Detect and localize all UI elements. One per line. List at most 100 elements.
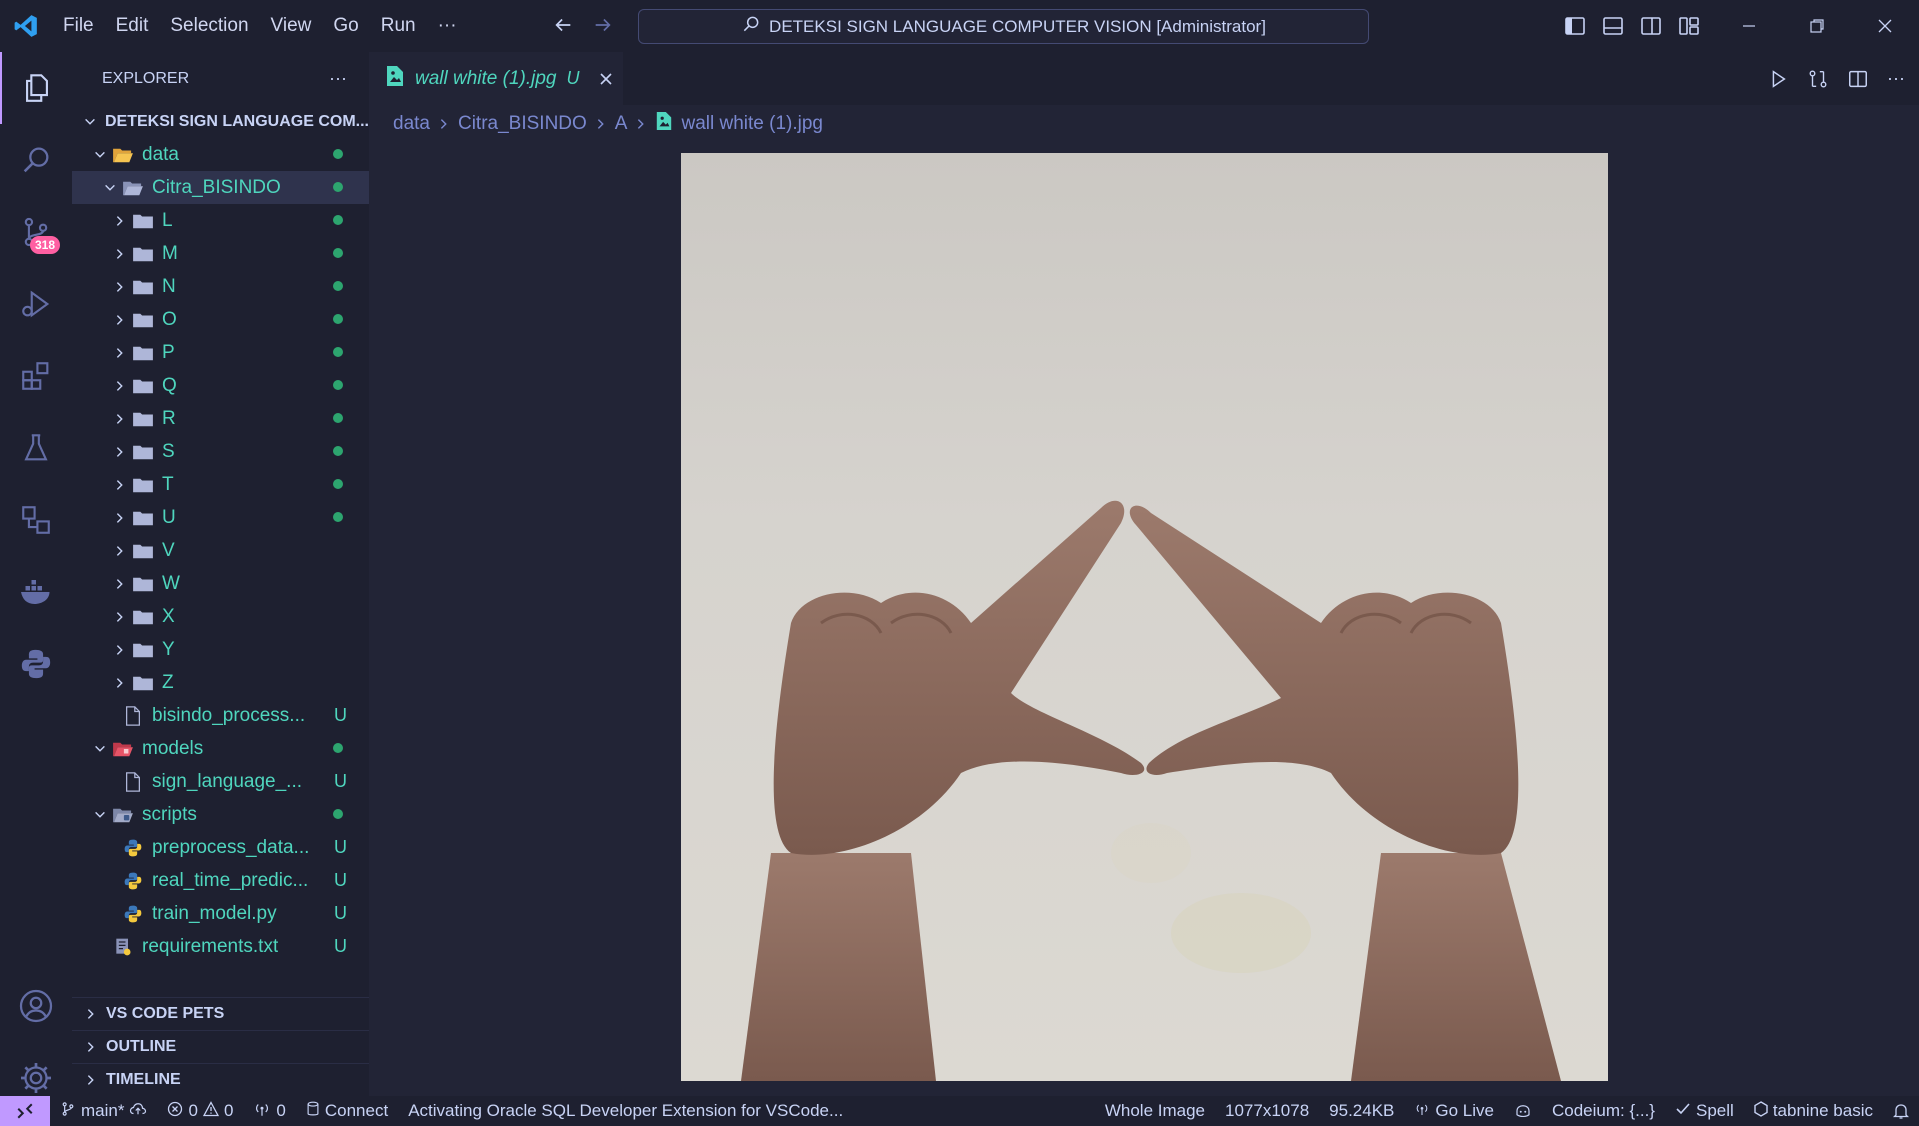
tree-file-bisindo-process[interactable]: bisindo_process... U [72,699,369,732]
remote-indicator-icon[interactable] [0,1096,50,1126]
tree-folder-citra-bisindo[interactable]: Citra_BISINDO [72,171,369,204]
folder-icon [130,344,156,362]
run-icon[interactable] [1767,68,1789,95]
tree-file-sign-language[interactable]: sign_language_... U [72,765,369,798]
ports-indicator[interactable]: 0 [243,1101,295,1122]
python-file-icon [120,838,146,858]
command-center[interactable]: DETEKSI SIGN LANGUAGE COMPUTER VISION [A… [638,9,1369,44]
tree-folder-y[interactable]: Y [72,633,369,666]
sidebar-collapsed-sections: VS CODE PETS OUTLINE TIMELINE [72,997,369,1096]
chevron-right-icon [635,117,647,131]
tree-folder-p[interactable]: P [72,336,369,369]
tree-folder-m[interactable]: M [72,237,369,270]
tab-wall-white-jpg[interactable]: wall white (1).jpg U [369,52,623,105]
close-tab-icon[interactable] [598,71,614,87]
tree-folder-s[interactable]: S [72,435,369,468]
explorer-title: EXPLORER [102,69,190,87]
notifications-bell-icon[interactable] [1883,1102,1919,1120]
tabnine-status[interactable]: tabnine basic [1744,1100,1883,1122]
menu-view[interactable]: View [260,0,323,52]
git-branch[interactable]: main* [50,1101,157,1122]
tree-file-preprocess-data[interactable]: preprocess_data... U [72,831,369,864]
breadcrumb-file[interactable]: wall white (1).jpg [681,113,823,135]
editor-actions: ··· [1767,68,1905,95]
split-editor-icon[interactable] [1847,68,1869,95]
problems-indicator[interactable]: 0 0 [157,1100,243,1122]
customize-layout-icon[interactable] [1677,14,1701,43]
status-bar-right: Whole Image 1077x1078 95.24KB Go Live Co… [1095,1096,1919,1126]
image-file-icon [385,65,405,92]
menu-more[interactable]: ··· [427,0,468,52]
accounts-icon[interactable] [0,970,72,1042]
folder-icon [130,278,156,296]
section-timeline[interactable]: TIMELINE [72,1063,369,1096]
forward-arrow-icon[interactable] [592,14,614,41]
menu-selection[interactable]: Selection [159,0,259,52]
workspace-root[interactable]: DETEKSI SIGN LANGUAGE COM... [72,105,369,138]
tree-folder-q[interactable]: Q [72,369,369,402]
toggle-secondary-sidebar-icon[interactable] [1639,14,1663,43]
menu-edit[interactable]: Edit [105,0,160,52]
remote-explorer-icon[interactable] [0,484,72,556]
tree-folder-n[interactable]: N [72,270,369,303]
breadcrumb-a[interactable]: A [615,113,628,135]
tree-folder-o[interactable]: O [72,303,369,336]
restore-icon[interactable] [1783,0,1851,52]
chevron-down-icon [90,148,110,162]
git-status-dot [333,347,343,357]
minimize-icon[interactable] [1715,0,1783,52]
tree-folder-l[interactable]: L [72,204,369,237]
docker-icon[interactable] [0,556,72,628]
image-zoom[interactable]: Whole Image [1095,1101,1215,1121]
tree-folder-w[interactable]: W [72,567,369,600]
tree-folder-models[interactable]: models [72,732,369,765]
explorer-more-actions[interactable]: ··· [329,68,347,89]
layout-controls [1563,14,1701,43]
tree-folder-data[interactable]: data [72,138,369,171]
close-window-icon[interactable] [1851,0,1919,52]
search-view-icon[interactable] [0,124,72,196]
section-outline[interactable]: OUTLINE [72,1030,369,1063]
chevron-right-icon [110,610,130,624]
breadcrumb-citra-bisindo[interactable]: Citra_BISINDO [458,113,587,135]
folder-icon [130,377,156,395]
tree-file-real-time-predict[interactable]: real_time_predic... U [72,864,369,897]
toggle-panel-icon[interactable] [1601,14,1625,43]
back-arrow-icon[interactable] [552,14,574,41]
run-debug-icon[interactable] [0,268,72,340]
git-status-dot [333,743,343,753]
explorer-icon[interactable] [0,52,72,124]
go-live-button[interactable]: Go Live [1404,1101,1504,1122]
activity-bar: 318 [0,52,72,1096]
python-icon[interactable] [0,628,72,700]
menu-run[interactable]: Run [370,0,427,52]
tree-folder-scripts[interactable]: scripts [72,798,369,831]
extensions-icon[interactable] [0,340,72,412]
tree-folder-x[interactable]: X [72,600,369,633]
toggle-primary-sidebar-icon[interactable] [1563,14,1587,43]
tree-folder-r[interactable]: R [72,402,369,435]
codeium-status[interactable]: Codeium: {...} [1542,1101,1665,1121]
editor-more-icon[interactable]: ··· [1887,68,1905,95]
tree-folder-z[interactable]: Z [72,666,369,699]
breadcrumb-data[interactable]: data [393,113,430,135]
tree-file-requirements[interactable]: requirements.txt U [72,930,369,963]
copilot-icon[interactable] [1504,1103,1542,1119]
tree-folder-u[interactable]: U [72,501,369,534]
menu-go[interactable]: Go [322,0,369,52]
tree-file-train-model[interactable]: train_model.py U [72,897,369,930]
source-control-icon[interactable]: 318 [0,196,72,268]
folder-models-icon [110,740,136,758]
testing-flask-icon[interactable] [0,412,72,484]
spell-check[interactable]: Spell [1665,1101,1744,1122]
tree-folder-t[interactable]: T [72,468,369,501]
chevron-right-icon [110,214,130,228]
tree-folder-v[interactable]: V [72,534,369,567]
sync-cloud-icon [129,1101,147,1122]
section-vscode-pets[interactable]: VS CODE PETS [72,997,369,1030]
chevron-right-icon [110,313,130,327]
database-connect[interactable]: Connect [296,1101,398,1122]
image-preview[interactable] [681,153,1608,1081]
menu-file[interactable]: File [52,0,105,52]
open-changes-icon[interactable] [1807,68,1829,95]
